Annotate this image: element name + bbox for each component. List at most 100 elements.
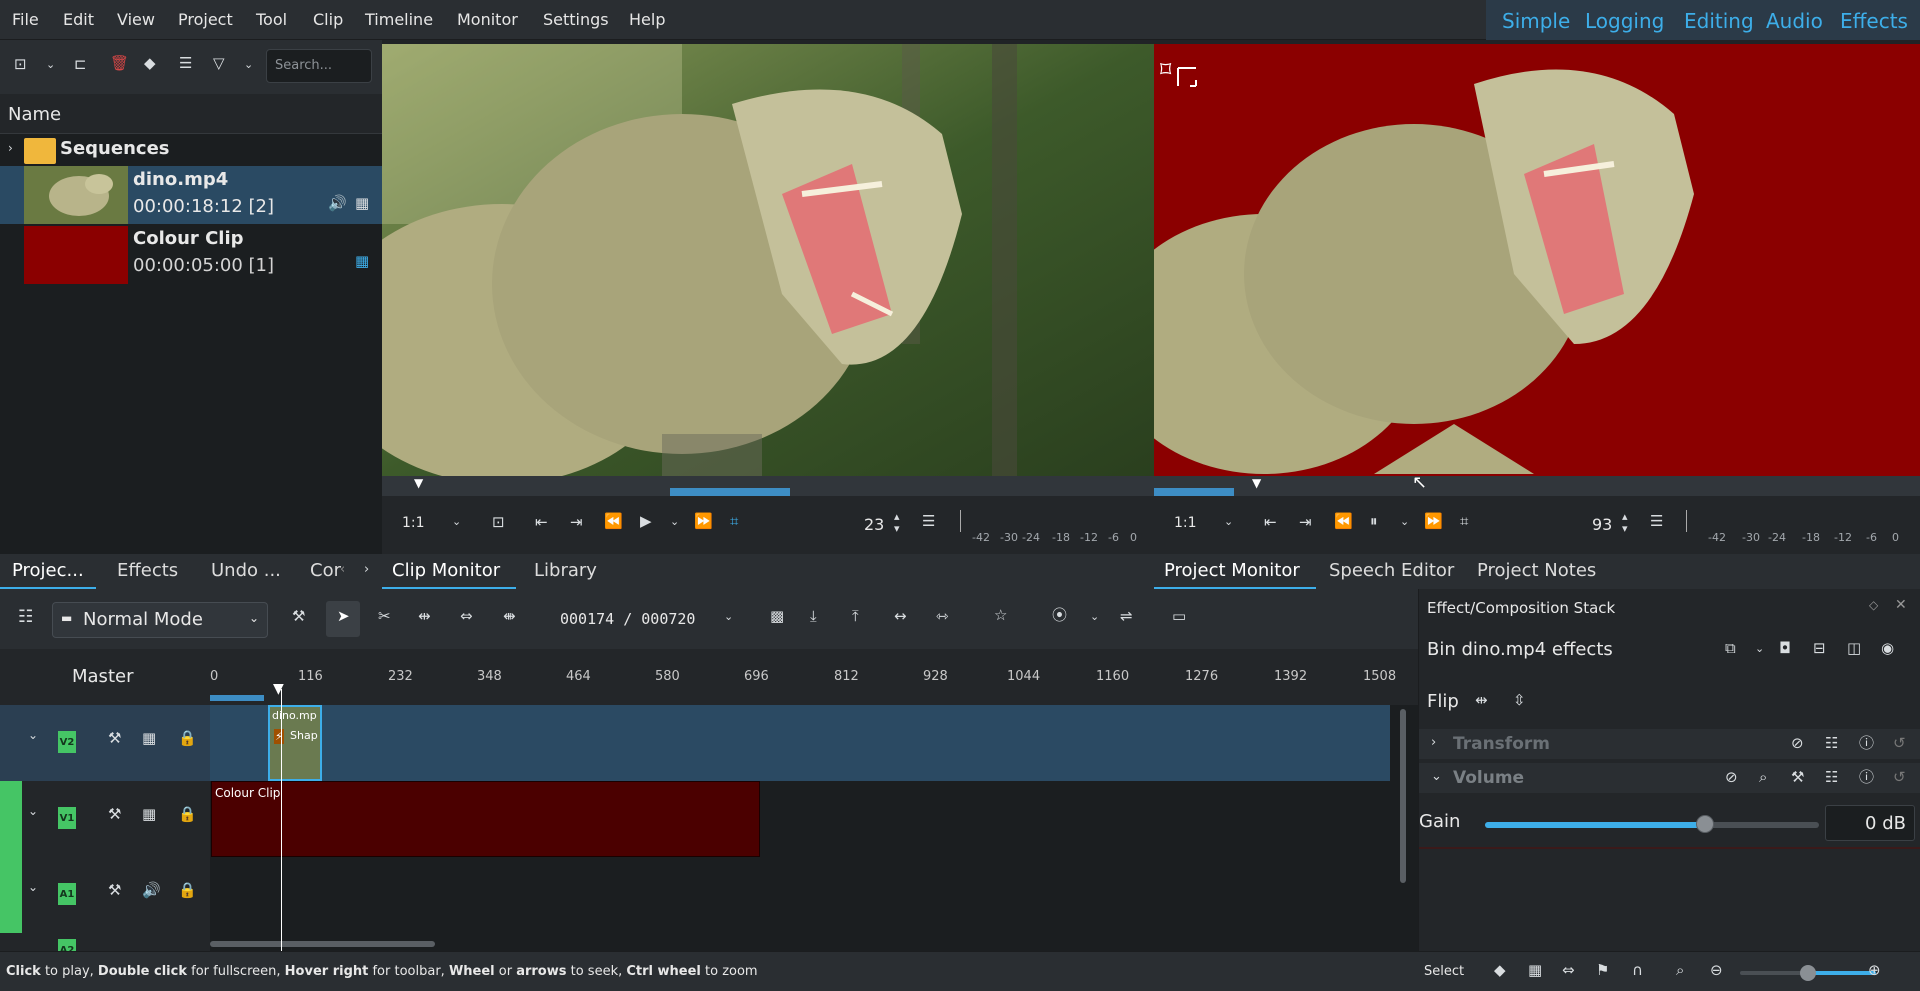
set-in-icon[interactable]: ⇤ — [535, 515, 548, 530]
tab-undo-history[interactable]: Undo ... — [211, 560, 281, 581]
layout-editing[interactable]: Editing — [1684, 9, 1754, 33]
add-clip-icon[interactable]: ⊡ — [14, 57, 27, 72]
disable-effect-icon[interactable]: ⊘ — [1725, 770, 1738, 785]
keyframe-icon[interactable]: ☷ — [1825, 770, 1838, 785]
set-out-icon[interactable]: ⇥ — [1299, 515, 1312, 530]
extract-icon[interactable]: ⇿ — [936, 609, 949, 624]
clip-dino-v2[interactable]: dino.mp ⚡ Shap — [268, 705, 322, 781]
bin-search-input[interactable]: Search... — [266, 49, 372, 83]
chevron-down-icon[interactable]: ⌄ — [28, 729, 38, 741]
menu-clip[interactable]: Clip — [313, 10, 343, 29]
chevron-right-icon[interactable]: › — [364, 563, 369, 576]
project-monitor-video[interactable] — [1154, 44, 1920, 476]
menu-tool[interactable]: Tool — [256, 10, 287, 29]
monitor-overlay-icon[interactable]: ⊡ — [492, 515, 505, 530]
eye-icon[interactable]: ◉ — [1881, 641, 1894, 656]
speaker-icon[interactable]: 🔊 — [142, 883, 161, 898]
menu-project[interactable]: Project — [178, 10, 233, 29]
marker-flag-icon[interactable]: ⚑ — [1596, 963, 1609, 978]
reset-icon[interactable]: ↺ — [1893, 770, 1906, 785]
master-label[interactable]: Master — [72, 666, 133, 687]
clip-colour-v1[interactable]: Colour Clip — [211, 781, 760, 857]
lift-icon[interactable]: ↔ — [894, 609, 907, 624]
fast-forward-icon[interactable]: ⏩ — [1424, 514, 1443, 529]
spin-down-icon[interactable]: ▾ — [894, 523, 900, 534]
track-tag[interactable]: A1 — [58, 883, 76, 905]
tag-icon[interactable]: ◆ — [144, 56, 156, 71]
info-icon[interactable]: ⓘ — [1859, 736, 1874, 751]
magnet-icon[interactable]: ∩ — [1632, 963, 1643, 978]
edit-mode-icon[interactable]: ⌑ — [1160, 60, 1171, 82]
disable-effect-icon[interactable]: ⊘ — [1791, 736, 1804, 751]
layout-logging[interactable]: Logging — [1585, 9, 1664, 33]
chevron-down-icon[interactable]: ⌄ — [28, 881, 38, 893]
playhead-icon[interactable]: ▼ — [414, 476, 423, 490]
effects-icon[interactable]: ⚒ — [108, 731, 121, 746]
pause-icon[interactable]: ⏸ — [1370, 514, 1378, 529]
gain-slider-handle[interactable] — [1696, 815, 1715, 833]
filter-icon[interactable]: ▽ — [213, 56, 225, 71]
project-monitor-ruler[interactable]: ▼ ↖ — [1154, 472, 1920, 496]
lock-icon[interactable]: 🔒 — [178, 807, 197, 822]
track-header-a2[interactable]: A2 — [0, 933, 210, 951]
set-out-icon[interactable]: ⇥ — [570, 515, 583, 530]
tab-effects[interactable]: Effects — [117, 560, 178, 581]
frame-spinbox[interactable]: 23 — [864, 515, 884, 534]
chevron-down-icon[interactable]: ⌄ — [452, 516, 461, 527]
rewind-icon[interactable]: ⏪ — [604, 514, 623, 529]
spacer-icon[interactable]: ⇹ — [418, 609, 431, 624]
chevron-down-icon[interactable]: ⌄ — [244, 59, 253, 70]
delete-icon[interactable]: 🗑 — [110, 56, 129, 71]
close-icon[interactable]: ✕ — [1895, 598, 1907, 612]
playhead-icon[interactable]: ▼ — [273, 681, 284, 697]
track-tag[interactable]: A2 — [58, 939, 76, 951]
spin-up-icon[interactable]: ▴ — [894, 511, 900, 522]
track-target-indicator[interactable] — [0, 781, 22, 857]
chevron-down-icon[interactable]: ⌄ — [1400, 516, 1409, 527]
subtitle-icon[interactable]: ▭ — [1172, 609, 1186, 624]
ripple-icon[interactable]: ⇔ — [460, 609, 473, 624]
play-icon[interactable]: ▶ — [640, 514, 652, 529]
bin-folder-sequences[interactable]: Sequences — [60, 138, 170, 159]
tab-project-notes[interactable]: Project Notes — [1477, 560, 1596, 581]
menu-monitor[interactable]: Monitor — [457, 10, 518, 29]
vertical-scrollbar[interactable] — [1400, 709, 1406, 883]
menu-timeline[interactable]: Timeline — [365, 10, 433, 29]
film-icon[interactable]: ▦ — [355, 196, 369, 211]
effects-icon[interactable]: ⚒ — [1791, 770, 1804, 785]
keyframe-icon[interactable]: ☷ — [1825, 736, 1838, 751]
crop-icon[interactable]: ⌗ — [730, 514, 738, 529]
tab-compositions[interactable]: Cor — [310, 560, 341, 581]
slip-icon[interactable]: ⇼ — [503, 609, 516, 624]
crop-icon[interactable]: ⌗ — [1460, 514, 1468, 529]
chevron-down-icon[interactable]: ⌄ — [724, 611, 733, 622]
playhead-icon[interactable]: ▼ — [1252, 476, 1261, 490]
lock-icon[interactable]: 🔒 — [178, 731, 197, 746]
layout-simple[interactable]: Simple — [1502, 9, 1570, 33]
pointer-icon[interactable]: ➤ — [337, 609, 350, 624]
effects-icon[interactable]: ⚒ — [108, 807, 121, 822]
menu-lines-icon[interactable]: ☰ — [179, 56, 192, 71]
tab-library[interactable]: Library — [534, 560, 597, 581]
chevron-down-icon[interactable]: ⌄ — [670, 516, 679, 527]
gain-value-field[interactable]: 0 dB — [1825, 805, 1915, 841]
magic-icon[interactable]: ⚒ — [292, 609, 305, 624]
split-compare-icon[interactable]: ◫ — [1847, 641, 1861, 656]
layout-effects[interactable]: Effects — [1840, 9, 1908, 33]
float-icon[interactable]: ◇ — [1869, 599, 1878, 611]
film-icon[interactable]: ▦ — [355, 254, 369, 269]
lock-icon[interactable]: 🔒 — [178, 883, 197, 898]
star-icon[interactable]: ☆ — [994, 608, 1007, 623]
sliders-icon[interactable]: ☷ — [18, 609, 33, 626]
bin-column-header[interactable]: Name — [0, 94, 382, 134]
razor-icon[interactable]: ✂ — [378, 609, 391, 624]
spin-up-icon[interactable]: ▴ — [1622, 511, 1628, 522]
horizontal-scrollbar[interactable] — [210, 941, 435, 947]
compare-icon[interactable]: ⧉ — [1725, 641, 1736, 656]
reset-icon[interactable]: ↺ — [1893, 736, 1906, 751]
tab-project-bin[interactable]: Projec... — [12, 560, 84, 581]
zoom-fit-icon[interactable]: ⌕ — [1676, 963, 1684, 978]
tab-clip-monitor[interactable]: Clip Monitor — [392, 560, 500, 581]
add-folder-icon[interactable]: ⊏ — [74, 57, 87, 72]
frame-spinbox[interactable]: 93 — [1592, 515, 1612, 534]
